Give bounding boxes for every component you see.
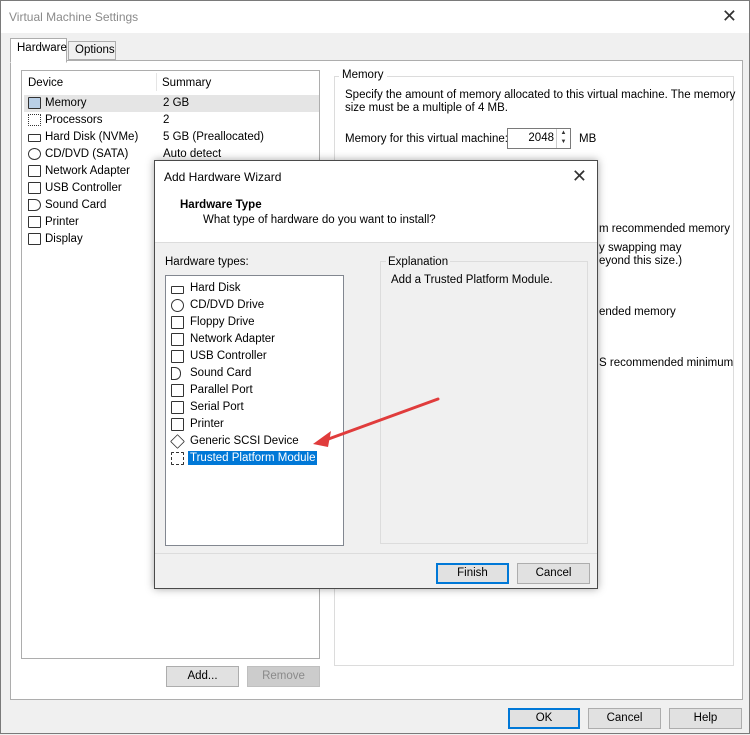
memory-value[interactable]: 2048 — [512, 132, 554, 144]
tab-options[interactable]: Options — [68, 41, 116, 60]
printer-icon — [171, 418, 184, 431]
device-summary: 2 — [163, 114, 170, 126]
serial-port-icon — [171, 401, 184, 414]
device-name: Printer — [45, 216, 79, 228]
wizard-header-title: Hardware Type — [180, 199, 262, 211]
memory-icon — [28, 97, 41, 109]
partial-text-swapping: y swapping may — [599, 242, 682, 254]
wizard-close-icon[interactable]: ✕ — [572, 167, 587, 185]
partial-text-recommended: m recommended memory — [599, 223, 731, 235]
hw-label: Parallel Port — [190, 384, 253, 396]
add-hardware-wizard-dialog: Add Hardware Wizard ✕ Hardware Type What… — [154, 160, 598, 589]
memory-description-line2: size must be a multiple of 4 MB. — [345, 102, 508, 114]
explanation-group — [380, 261, 588, 544]
summary-column-header[interactable]: Summary — [162, 77, 211, 89]
tpm-icon — [171, 452, 184, 465]
device-name: USB Controller — [45, 182, 122, 194]
network-adapter-icon — [171, 333, 184, 346]
help-button[interactable]: Help — [669, 708, 742, 729]
device-name: Sound Card — [45, 199, 107, 211]
tab-hardware[interactable]: Hardware — [10, 38, 67, 63]
tab-options-label: Options — [75, 44, 115, 56]
column-divider — [156, 73, 157, 91]
spin-down-icon[interactable]: ▼ — [557, 138, 570, 147]
explanation-label: Explanation — [386, 256, 451, 268]
printer-icon — [28, 216, 41, 228]
hard-disk-icon — [28, 134, 41, 142]
hw-label: Floppy Drive — [190, 316, 255, 328]
wizard-cancel-button[interactable]: Cancel — [517, 563, 590, 584]
hw-label: Network Adapter — [190, 333, 276, 345]
hw-label: Hard Disk — [190, 282, 241, 294]
sound-icon — [28, 199, 41, 211]
usb-icon — [28, 182, 41, 194]
sound-icon — [171, 367, 181, 380]
hw-label: Generic SCSI Device — [190, 435, 299, 447]
display-icon — [28, 233, 41, 245]
spin-buttons: ▲ ▼ — [556, 129, 570, 148]
device-name: Display — [45, 233, 83, 245]
window-title: Virtual Machine Settings — [9, 10, 139, 24]
processor-icon — [28, 114, 41, 126]
hard-disk-icon — [171, 286, 184, 294]
usb-icon — [171, 350, 184, 363]
wizard-header: Hardware Type What type of hardware do y… — [155, 191, 597, 243]
device-row-memory[interactable]: Memory 2 GB — [24, 95, 319, 112]
remove-device-button[interactable]: Remove — [247, 666, 320, 687]
title-bar: Virtual Machine Settings ✕ — [1, 1, 749, 33]
device-row-processors[interactable]: Processors 2 — [24, 112, 319, 129]
network-adapter-icon — [28, 165, 41, 177]
memory-field-label: Memory for this virtual machine: — [345, 133, 508, 145]
finish-button[interactable]: Finish — [436, 563, 509, 584]
device-name: CD/DVD (SATA) — [45, 148, 129, 160]
device-summary: Auto detect — [163, 148, 222, 160]
cd-dvd-icon — [171, 299, 184, 312]
wizard-header-subtitle: What type of hardware do you want to ins… — [203, 214, 436, 226]
device-row-hard-disk[interactable]: Hard Disk (NVMe) 5 GB (Preallocated) — [24, 129, 319, 146]
partial-text-ended: ended memory — [599, 306, 676, 318]
hw-label: USB Controller — [190, 350, 267, 362]
device-summary: 5 GB (Preallocated) — [163, 131, 264, 143]
device-column-header[interactable]: Device — [28, 77, 63, 89]
wizard-title: Add Hardware Wizard — [164, 170, 282, 184]
device-name: Network Adapter — [45, 165, 131, 177]
hw-label: Serial Port — [190, 401, 244, 413]
tab-hardware-label: Hardware — [17, 42, 67, 54]
floppy-icon — [171, 316, 184, 329]
hw-label: Sound Card — [190, 367, 252, 379]
device-name: Memory — [45, 97, 87, 109]
partial-text-minimum: S recommended minimum — [599, 357, 734, 369]
hw-label: CD/DVD Drive — [190, 299, 265, 311]
vm-settings-window: Virtual Machine Settings ✕ Hardware Opti… — [0, 0, 750, 734]
partial-text-beyond: eyond this size.) — [599, 255, 683, 267]
ok-button[interactable]: OK — [508, 708, 580, 729]
hw-label: Printer — [190, 418, 224, 430]
cd-dvd-icon — [28, 148, 41, 160]
device-name: Hard Disk (NVMe) — [45, 131, 139, 143]
explanation-text: Add a Trusted Platform Module. — [391, 274, 553, 286]
hardware-types-list[interactable]: Hard Disk CD/DVD Drive Floppy Drive Netw… — [165, 275, 344, 546]
hw-label: Trusted Platform Module — [188, 451, 318, 465]
scsi-icon — [170, 434, 185, 449]
device-name: Processors — [45, 114, 103, 126]
spin-up-icon[interactable]: ▲ — [557, 129, 570, 138]
hardware-types-label: Hardware types: — [165, 256, 249, 268]
close-icon[interactable]: ✕ — [722, 7, 737, 25]
footer-divider — [155, 553, 597, 554]
add-device-button[interactable]: Add... — [166, 666, 239, 687]
memory-unit: MB — [579, 133, 597, 145]
cancel-button[interactable]: Cancel — [588, 708, 661, 729]
wizard-title-bar: Add Hardware Wizard ✕ — [155, 161, 597, 191]
memory-group-label: Memory — [339, 69, 387, 81]
device-summary: 2 GB — [163, 97, 190, 109]
memory-description-line1: Specify the amount of memory allocated t… — [345, 89, 736, 101]
memory-stepper[interactable]: 2048 ▲ ▼ — [507, 128, 571, 149]
parallel-port-icon — [171, 384, 184, 397]
